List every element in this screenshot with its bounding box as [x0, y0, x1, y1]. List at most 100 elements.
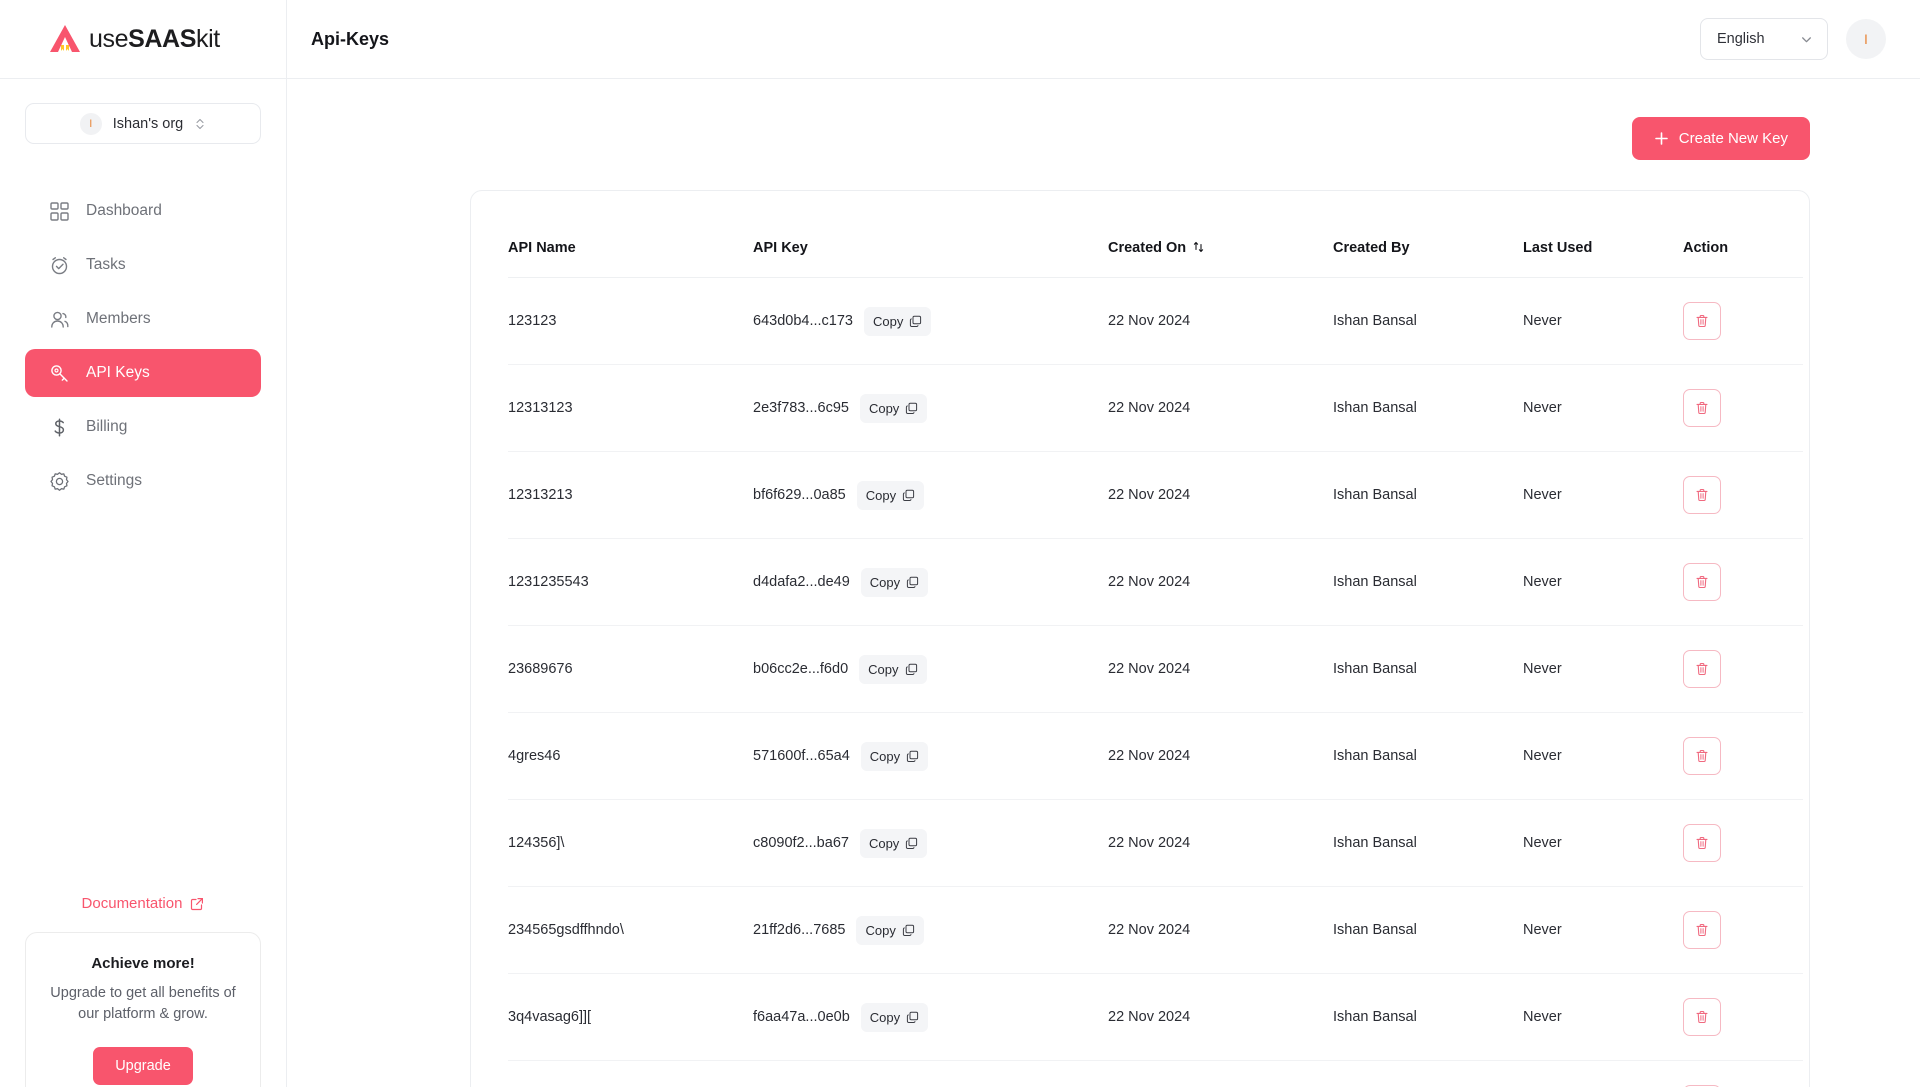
cell-created-on: 22 Nov 2024 — [1108, 277, 1333, 365]
column-header-created-on-label: Created On — [1108, 240, 1187, 256]
trash-icon — [1696, 749, 1708, 763]
copy-button[interactable]: Copy — [856, 915, 924, 945]
copy-label: Copy — [869, 574, 901, 590]
api-keys-table-card: API Name API Key Created On Created By L… — [470, 190, 1810, 1087]
api-key-value: f6aa47a...0e0b — [753, 1009, 850, 1025]
cell-api-name: 1231235543 — [508, 538, 753, 626]
cell-last-used: Never — [1523, 1061, 1683, 1087]
cell-api-key: bf6f629...0a85 Copy — [753, 480, 1108, 510]
create-new-key-label: Create New Key — [1678, 130, 1788, 147]
language-selector[interactable]: English — [1700, 18, 1828, 60]
delete-key-button[interactable] — [1683, 824, 1721, 862]
cell-api-name: 3q4vasag6]][ — [508, 973, 753, 1061]
sidebar-item-label: Dashboard — [86, 202, 162, 219]
cell-api-key: b06cc2e...f6d0 Copy — [753, 654, 1108, 684]
table-row: 23689676 b06cc2e...f6d0 Copy 22 Nov 2024 Ish… — [508, 625, 1803, 713]
create-new-key-button[interactable]: Create New Key — [1631, 117, 1810, 160]
copy-button[interactable]: Copy — [860, 1002, 929, 1032]
delete-key-button[interactable] — [1683, 650, 1721, 688]
top-bar: useSAASkit Api-Keys English I — [0, 0, 1920, 79]
documentation-label: Documentation — [81, 895, 183, 912]
main-content: Create New Key API Name API Key Created … — [287, 79, 1920, 1087]
delete-key-button[interactable] — [1683, 563, 1721, 601]
cell-api-key: d4dafa2...de49 Copy — [753, 567, 1108, 597]
org-switcher[interactable]: I Ishan's org — [25, 103, 261, 144]
table-row: 12313213 bf6f629...0a85 Copy 22 Nov 2024 Ish… — [508, 451, 1803, 539]
trash-icon — [1696, 314, 1708, 328]
column-header-created-on[interactable]: Created On — [1108, 191, 1333, 278]
table-head: API Name API Key Created On Created By L… — [508, 191, 1803, 278]
sidebar-item-label: Settings — [86, 472, 143, 489]
copy-icon — [907, 576, 919, 588]
api-key-value: 643d0b4...c173 — [753, 313, 853, 329]
api-key-value: 21ff2d6...7685 — [753, 922, 846, 938]
trash-icon — [1696, 575, 1708, 589]
table-row: 1231235543 d4dafa2...de49 Copy 22 Nov 2024 I… — [508, 538, 1803, 626]
cell-created-by: Ishan Bansal — [1333, 712, 1523, 800]
sidebar-item-members[interactable]: Members — [25, 295, 261, 343]
brand-logo[interactable]: useSAASkit — [0, 0, 287, 79]
delete-key-button[interactable] — [1683, 389, 1721, 427]
column-header-last-used: Last Used — [1523, 191, 1683, 278]
delete-key-button[interactable] — [1683, 998, 1721, 1036]
cell-api-name: 234565gsdffhndo\ — [508, 886, 753, 974]
delete-key-button[interactable] — [1683, 911, 1721, 949]
delete-key-button[interactable] — [1683, 302, 1721, 340]
sidebar-item-billing[interactable]: Billing — [25, 403, 261, 451]
copy-label: Copy — [868, 661, 899, 677]
sidebar-item-tasks[interactable]: Tasks — [25, 241, 261, 289]
cell-created-by: Ishan Bansal — [1333, 1061, 1523, 1087]
cell-created-on: 22 Nov 2024 — [1108, 712, 1333, 800]
cell-created-by: Ishan Bansal — [1333, 277, 1523, 365]
trash-icon — [1696, 488, 1708, 502]
cell-api-key: c8090f2...ba67 Copy — [753, 828, 1108, 858]
upgrade-button[interactable]: Upgrade — [93, 1047, 193, 1086]
copy-icon — [902, 489, 915, 501]
cell-created-on: 22 Nov 2024 — [1108, 1061, 1333, 1087]
column-header-action: Action — [1683, 191, 1803, 278]
page-title: Api-Keys — [311, 28, 390, 49]
avatar[interactable]: I — [1846, 19, 1886, 59]
delete-key-button[interactable] — [1683, 476, 1721, 514]
cell-api-key: f6aa47a...0e0b Copy — [753, 1002, 1108, 1032]
copy-label: Copy — [869, 1009, 901, 1025]
cell-created-on: 22 Nov 2024 — [1108, 364, 1333, 452]
copy-button[interactable]: Copy — [863, 306, 932, 336]
sidebar-item-settings[interactable]: Settings — [25, 457, 261, 505]
sidebar-item-dashboard[interactable]: Dashboard — [25, 187, 261, 235]
upgrade-card-description: Upgrade to get all benefits of our platf… — [50, 985, 236, 1023]
copy-label: Copy — [865, 487, 897, 503]
documentation-link[interactable]: Documentation — [0, 895, 286, 912]
copy-label: Copy — [868, 400, 900, 416]
org-initial: I — [89, 117, 93, 130]
cell-last-used: Never — [1523, 538, 1683, 626]
table-body: 123123 643d0b4...c173 Copy 22 Nov 2024 Ishan… — [508, 277, 1803, 1087]
copy-button[interactable]: Copy — [856, 480, 925, 510]
delete-key-button[interactable] — [1683, 737, 1721, 775]
copy-button[interactable]: Copy — [859, 393, 928, 423]
cell-created-by: Ishan Bansal — [1333, 625, 1523, 713]
upgrade-card-title: Achieve more! — [91, 955, 195, 972]
column-header-api-key: API Key — [753, 191, 1108, 278]
cell-created-on: 22 Nov 2024 — [1108, 451, 1333, 539]
top-bar-right: English I — [1700, 18, 1920, 60]
copy-button[interactable]: Copy — [859, 654, 927, 684]
copy-button[interactable]: Copy — [860, 567, 929, 597]
language-value: English — [1717, 31, 1765, 47]
org-name: Ishan's org — [112, 115, 184, 132]
copy-label: Copy — [869, 748, 901, 764]
body: I Ishan's org Dashboard Tasks Members AP… — [0, 79, 1920, 1087]
copy-button[interactable]: Copy — [860, 741, 929, 771]
chevron-up-down-icon — [196, 118, 204, 129]
cell-created-by: Ishan Bansal — [1333, 451, 1523, 539]
gear-icon — [50, 471, 69, 491]
column-header-api-name: API Name — [508, 191, 753, 278]
copy-button[interactable]: Copy — [859, 828, 928, 858]
cell-created-by: Ishan Bansal — [1333, 799, 1523, 887]
cell-created-by: Ishan Bansal — [1333, 973, 1523, 1061]
copy-label: Copy — [865, 922, 896, 938]
sidebar-item-api-keys[interactable]: API Keys — [25, 349, 261, 397]
users-icon — [51, 311, 69, 328]
table-row: 4gres46 571600f...65a4 Copy 22 Nov 2024 Isha… — [508, 712, 1803, 800]
trash-icon — [1696, 401, 1708, 415]
